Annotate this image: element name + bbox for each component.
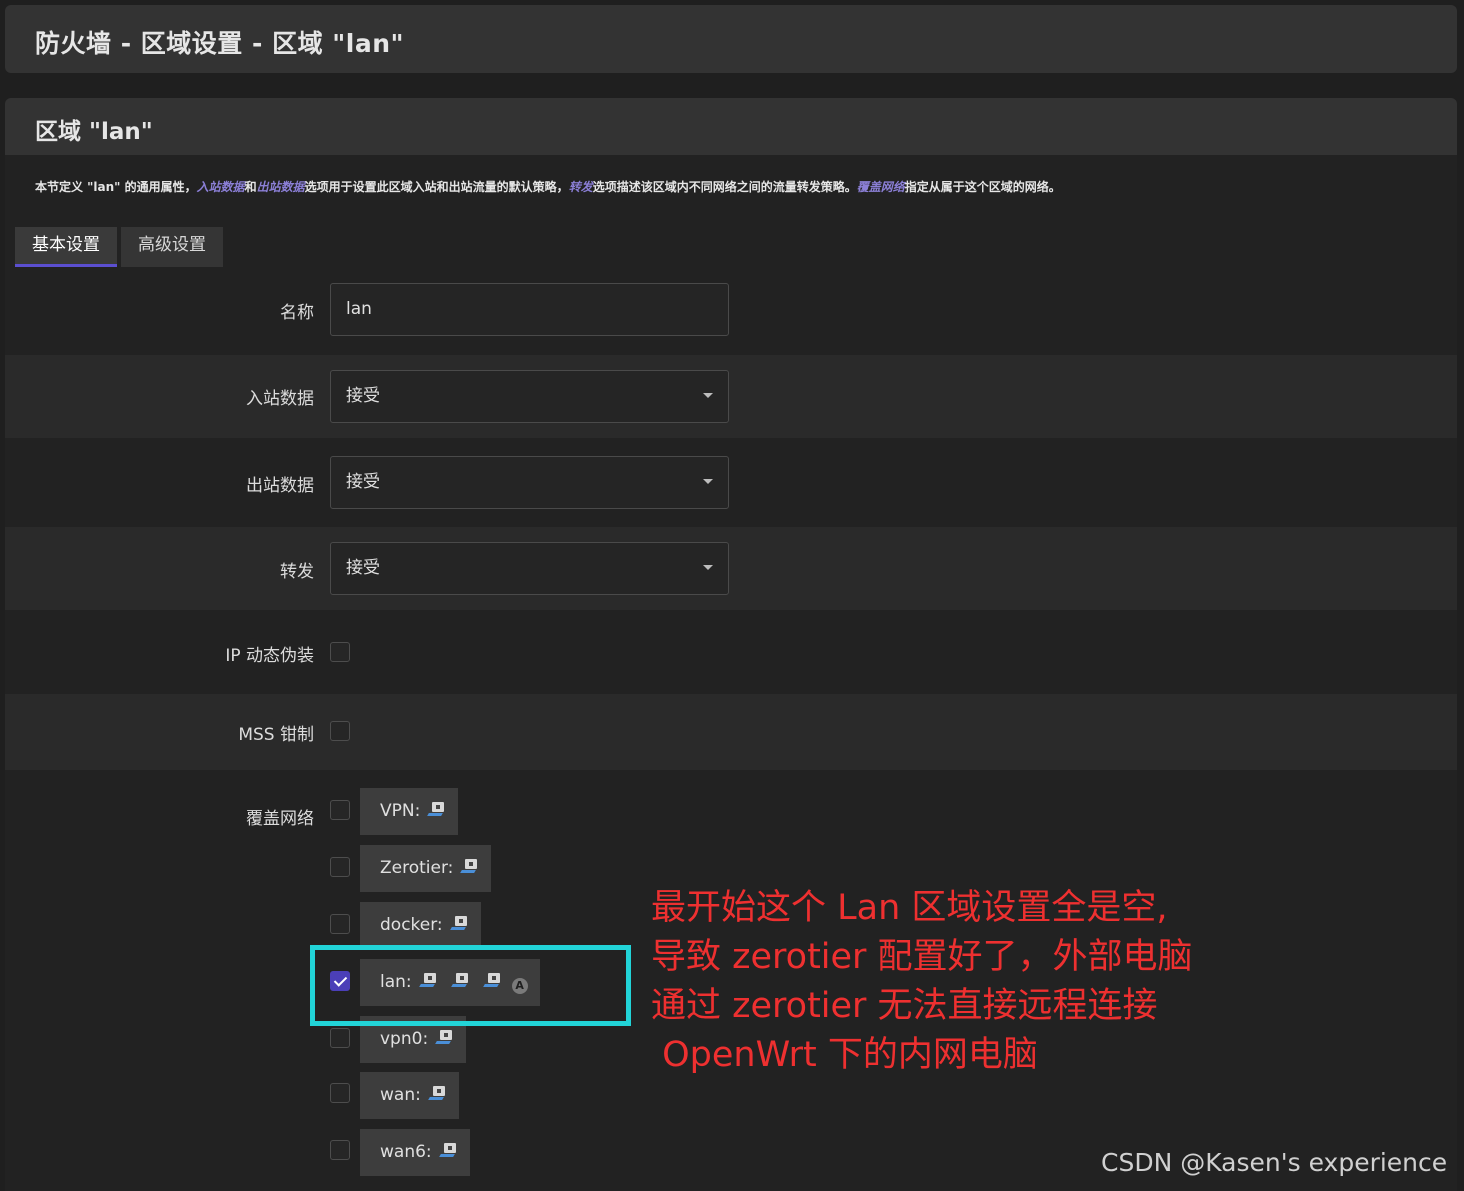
network-interface-icon <box>460 859 479 875</box>
annotation-line: 导致 zerotier 配置好了，外部电脑 <box>651 937 1193 977</box>
desc-link-input: 入站数据 <box>196 180 245 194</box>
section-header: 区域 "lan" <box>5 98 1457 155</box>
chevron-down-icon <box>703 479 713 484</box>
watermark: CSDN @Kasen's experience <box>1101 1148 1448 1177</box>
form-row-input: 入站数据 接受 <box>5 355 1457 438</box>
network-checkbox-docker[interactable] <box>330 914 350 934</box>
desc-text: 指定从属于这个区域的网络。 <box>904 180 1061 194</box>
network-checkbox-wan[interactable] <box>330 1083 350 1103</box>
network-checkbox-vpn[interactable] <box>330 800 350 820</box>
form-row-mss-clamping: MSS 钳制 <box>5 694 1457 770</box>
network-checkbox-wan6[interactable] <box>330 1140 350 1160</box>
network-name: vpn0: <box>380 1029 429 1049</box>
name-label: 名称 <box>280 303 314 323</box>
input-policy-value: 接受 <box>346 386 380 406</box>
desc-text: 和 <box>244 180 257 194</box>
output-policy-value: 接受 <box>346 472 380 492</box>
network-chip-wan6[interactable]: wan6: <box>360 1129 470 1176</box>
form-row-masquerading: IP 动态伪装 <box>5 610 1457 694</box>
annotation-line: 最开始这个 Lan 区域设置全是空, <box>651 888 1168 928</box>
annotation-text: 最开始这个 Lan 区域设置全是空, 导致 zerotier 配置好了，外部电脑… <box>651 884 1451 1080</box>
output-policy-select[interactable]: 接受 <box>330 456 729 509</box>
mss-clamping-label: MSS 钳制 <box>238 725 314 745</box>
section-description: 本节定义 "lan" 的通用属性，入站数据和出站数据选项用于设置此区域入站和出站… <box>35 178 1061 195</box>
desc-link-networks: 覆盖网络 <box>856 180 905 194</box>
input-policy-select[interactable]: 接受 <box>330 370 729 423</box>
output-policy-label: 出站数据 <box>246 476 314 496</box>
network-name: VPN: <box>380 801 421 821</box>
section-title: 区域 "lan" <box>35 119 153 145</box>
network-name: wan: <box>380 1085 421 1105</box>
network-interface-icon <box>449 916 469 932</box>
forward-policy-label: 转发 <box>280 562 314 582</box>
annotation-line: OpenWrt 下的内网电脑 <box>651 1035 1038 1075</box>
form-row-forward: 转发 接受 <box>5 527 1457 610</box>
desc-link-forward: 转发 <box>568 180 593 194</box>
tab-advanced-settings[interactable]: 高级设置 <box>121 227 223 267</box>
page-header: 防火墙 - 区域设置 - 区域 "lan" <box>5 5 1457 73</box>
highlight-box <box>310 945 631 1026</box>
network-name: wan6: <box>380 1142 432 1162</box>
desc-text: 选项用于设置此区域入站和出站流量的默认策略， <box>304 180 569 194</box>
network-chip-docker[interactable]: docker: <box>360 902 481 949</box>
network-name: Zerotier: <box>380 858 454 878</box>
page-title: 防火墙 - 区域设置 - 区域 "lan" <box>35 29 405 58</box>
network-name: docker: <box>380 915 443 935</box>
network-chip-vpn[interactable]: VPN: <box>360 788 459 835</box>
network-interface-icon <box>427 1086 447 1102</box>
network-interface-icon <box>427 802 446 818</box>
annotation-line: 通过 zerotier 无法直接远程连接 <box>651 986 1158 1026</box>
network-interface-icon <box>435 1030 454 1046</box>
chevron-down-icon <box>703 565 713 570</box>
forward-policy-select[interactable]: 接受 <box>330 542 729 595</box>
network-chip-wan[interactable]: wan: <box>360 1072 459 1119</box>
tab-basic-settings[interactable]: 基本设置 <box>15 227 117 267</box>
form-row-name: 名称 lan <box>5 270 1457 355</box>
network-interface-icon <box>438 1143 458 1159</box>
desc-text: 选项描述该区域内不同网络之间的流量转发策略。 <box>592 180 857 194</box>
chevron-down-icon <box>703 393 713 398</box>
network-checkbox-zerotier[interactable] <box>330 857 350 877</box>
masquerading-checkbox[interactable] <box>330 642 350 662</box>
name-input[interactable]: lan <box>330 283 729 336</box>
form-row-output: 出站数据 接受 <box>5 438 1457 527</box>
input-policy-label: 入站数据 <box>246 389 314 409</box>
desc-text: 本节定义 "lan" 的通用属性， <box>35 180 197 194</box>
desc-link-output: 出站数据 <box>256 180 305 194</box>
forward-policy-value: 接受 <box>346 558 380 578</box>
network-chip-zerotier[interactable]: Zerotier: <box>360 845 492 892</box>
masquerading-label: IP 动态伪装 <box>225 646 314 666</box>
covered-networks-label: 覆盖网络 <box>246 809 314 829</box>
mss-clamping-checkbox[interactable] <box>330 721 350 741</box>
network-checkbox-vpn0[interactable] <box>330 1028 350 1048</box>
